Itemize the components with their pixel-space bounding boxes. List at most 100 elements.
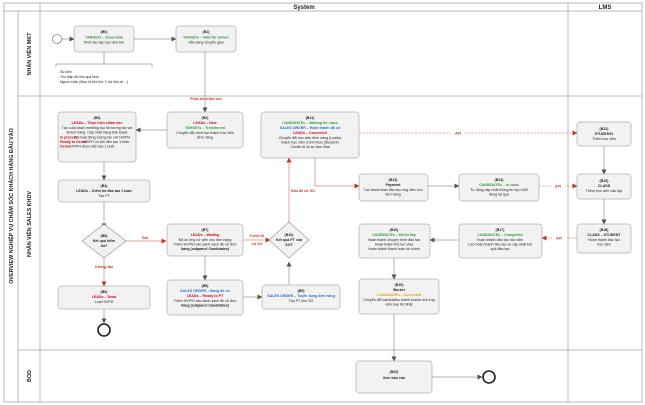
svg-text:CANDIDATEs – Completed: CANDIDATEs – Completed <box>477 233 522 237</box>
node-b13: (B13) Payment Tạo thanh toán đào tạo ứng… <box>358 173 429 202</box>
svg-text:Đã có ứng cử viên cho đơn hàng: Đã có ứng cử viên cho đơn hàng <box>179 238 232 242</box>
svg-text:Sẵn sàng chuyển giao: Sẵn sàng chuyển giao <box>188 40 224 45</box>
svg-text:(B2): (B2) <box>202 116 210 120</box>
svg-text:(B8): (B8) <box>202 284 210 288</box>
node-b7: (B7) LEADs – Waiting Đã có ứng cử viên c… <box>166 223 244 257</box>
svg-text:LEADs – Ready to PT: LEADs – Ready to PT <box>187 294 224 298</box>
svg-text:LEADs – Waiting: LEADs – Waiting <box>191 233 220 237</box>
node-b2: (B2) LEADs – New TARGETs – Transferred C… <box>166 111 244 149</box>
node-b10-decision: (B10) Kết quả PT của SOT <box>268 221 310 259</box>
svg-text:Hoàn thành thủ tục Visa: Hoàn thành thủ tục Visa <box>375 243 413 247</box>
svg-text:Khởi tạo tập học viên thô: Khởi tạo tập học viên thô <box>84 41 124 45</box>
svg-text:tiềm năng: tiềm năng <box>197 136 213 140</box>
svg-text:- Sự kiện: - Sự kiện <box>58 70 72 74</box>
svg-text:(B9): (B9) <box>298 289 306 293</box>
edge-label-dat: Đạt <box>142 236 149 240</box>
swimlane-grid <box>3 2 643 403</box>
svg-text:CANDIDATEs – In class: CANDIDATEs – In class <box>479 183 519 187</box>
edge-label-api-3: API <box>556 237 562 241</box>
edge-label-cu-so: cử SO <box>252 242 263 246</box>
svg-text:TARGETs – Transferred: TARGETs – Transferred <box>185 126 225 130</box>
edge-label-khong-dat: Không đạt <box>95 265 114 269</box>
column-header-lms: LMS <box>599 5 612 11</box>
start-node <box>52 34 62 44</box>
node-b19: (B19) Worker CANDIDATEs – Converted Chuy… <box>358 278 440 315</box>
node-b17: (B17) CANDIDATEs – Completed Hoàn thành … <box>458 223 543 259</box>
svg-text:(B17): (B17) <box>496 228 506 232</box>
svg-text:TARGETs – Wait for deliver: TARGETs – Wait for deliver <box>183 36 230 40</box>
node-b20: (B20) Xem báo cáo <box>355 360 433 394</box>
edge-label-truot: Trượt đề <box>250 234 265 238</box>
svg-text:(B19): (B19) <box>395 283 405 287</box>
diagram-canvas: System LMS OVERVIEW NGHIỆP VỤ CHĂM SÓC K… <box>0 0 645 405</box>
svg-text:Thêm học viên: Thêm học viên <box>592 137 616 141</box>
svg-text:CANDIDATEs – Converted: CANDIDATEs – Converted <box>377 293 422 297</box>
svg-text:(B4): (B4) <box>101 184 109 188</box>
node-b11: (B11) CANDIDATEs – Waiting for class SAL… <box>260 111 360 159</box>
svg-text:LEADs – Thực hiện chăm sóc: LEADs – Thực hiện chăm sóc <box>72 121 123 125</box>
data-source-note: - Sự kiện - Thu thập dữ liệu qua form - … <box>55 63 153 84</box>
node-b18: (B18) CLASS – STUDENT Hoàn thành đào tạo… <box>576 223 632 254</box>
svg-text:viên bay tới Nhật: viên bay tới Nhật <box>385 303 412 307</box>
svg-text:CLASS: CLASS <box>598 184 611 188</box>
svg-text:Tạo PT: Tạo PT <box>98 194 111 198</box>
svg-text:SALES ORDER – Tuyển dụng đơn h: SALES ORDER – Tuyển dụng đơn hàng <box>267 294 335 298</box>
svg-text:Lớp hoàn thành đào tạo và cập: Lớp hoàn thành đào tạo và cập nhật kết <box>468 243 532 247</box>
svg-text:CLASS – STUDENT: CLASS – STUDENT <box>587 233 621 237</box>
svg-text:SALES ORDER – Hoàn thành đã cử: SALES ORDER – Hoàn thành đã cử <box>280 126 341 130</box>
svg-text:Chuyển đổi học viên tiềm năng: Chuyển đổi học viên tiềm năng (Leads) <box>279 136 342 140</box>
svg-text:Tự động cập nhật thông tin lớp: Tự động cập nhật thông tin lớp LMS <box>470 188 528 192</box>
edge-label-api-2: API <box>555 185 561 189</box>
node-b15: (B15) CLASS Thêm học viên vào lớp <box>576 173 632 200</box>
svg-text:Chuẩn bị hồ sơ làm Visa: Chuẩn bị hồ sơ làm Visa <box>290 145 329 149</box>
lane-label-sales: NHÂN VIÊN SALES KHDV <box>25 191 33 257</box>
svg-text:LEADs – Kiểm tra đào tạo 1 tuầ: LEADs – Kiểm tra đào tạo 1 tuần <box>76 189 132 193</box>
svg-text:Hoàn thành chuyến trình đào tạ: Hoàn thành chuyến trình đào tạo <box>368 238 420 242</box>
svg-text:(B0): (B0) <box>101 30 109 34</box>
svg-text:Hoàn thành thanh toán hồ chính: Hoàn thành thanh toán hồ chính <box>368 247 419 251</box>
svg-text:Tạo cuộc task/ meeting tou trỏ: Tạo cuộc task/ meeting tou trỏ tương tác… <box>62 126 133 130</box>
svg-text:Kết quả PT của: Kết quả PT của <box>276 238 303 242</box>
node-b3: (B3) LEADs – Thực hiện chăm sóc Tạo cuộc… <box>57 111 137 163</box>
node-b6: (B6) LEADs – Dead Loại HV/PH <box>57 285 151 310</box>
node-b1: (B1) TARGETs – Wait for deliver Sẵn sàng… <box>175 25 237 53</box>
svg-text:Thêm học viên vào lớp: Thêm học viên vào lớp <box>586 189 623 193</box>
edges <box>62 36 607 380</box>
svg-text:SALES ORDER – Đang đề cử: SALES ORDER – Đang đề cử <box>180 289 230 293</box>
svg-text:LEADs – Converted: LEADs – Converted <box>293 131 327 135</box>
node-b8: (B8) SALES ORDER – Đang đề cử LEADs – Re… <box>166 279 244 316</box>
svg-text:- Nguồn khác (Mua từ bên thứ 3: - Nguồn khác (Mua từ bên thứ 3, dữ liệu … <box>58 80 128 84</box>
svg-text:(B13): (B13) <box>389 178 399 182</box>
svg-text:(B5): (B5) <box>101 234 109 238</box>
node-b12: (B12) STUDENTs Thêm học viên <box>576 121 632 147</box>
svg-text:SOT: SOT <box>285 243 293 247</box>
svg-text:CANDIDATEs – Waiting for class: CANDIDATEs – Waiting for class <box>282 121 338 125</box>
svg-text:(B11): (B11) <box>306 116 316 120</box>
svg-text:STUDENTs: STUDENTs <box>595 132 614 136</box>
svg-text:HV/PH có lịch đến tạo 1 tuần: HV/PH có lịch đến tạo 1 tuần <box>83 140 129 144</box>
svg-text:Thêm HV/PH vào danh sách đề cử: Thêm HV/PH vào danh sách đề cử đơn <box>173 299 236 303</box>
svg-text:quả đào tạo: quả đào tạo <box>491 247 510 251</box>
end-node-2 <box>482 370 496 384</box>
svg-text:Worker: Worker <box>393 288 406 292</box>
svg-text:hàng (subpanel Candidates): hàng (subpanel Candidates) <box>181 304 230 308</box>
end-node-1 <box>97 323 111 337</box>
diagram-title: OVERVIEW NGHIỆP VỤ CHĂM SÓC KHÁCH HÀNG Đ… <box>7 128 15 284</box>
svg-text:LEADs – Dead: LEADs – Dead <box>92 295 117 299</box>
svg-text:Tạo thanh toán đào tạo ứng viê: Tạo thanh toán đào tạo ứng viên cho <box>364 188 423 192</box>
svg-text:(B6): (B6) <box>101 290 109 294</box>
svg-text:Thêm HV/PH vào danh sách đề cử: Thêm HV/PH vào danh sách đề cử đơn <box>173 243 236 247</box>
edge-label-api-1: API <box>455 132 461 136</box>
svg-text:học viên: học viên <box>597 243 610 247</box>
svg-text:Loại HV/PH: Loại HV/PH <box>95 300 114 304</box>
lane-label-mkt: NHÂN VIÊN MKT <box>25 32 33 76</box>
svg-text:Chuyển đổi, khởi tạo thành học: Chuyển đổi, khởi tạo thành học viên <box>176 131 234 135</box>
svg-text:(B20): (B20) <box>390 370 400 374</box>
column-header-system: System <box>293 5 314 11</box>
node-b4: (B4) LEADs – Kiểm tra đào tạo 1 tuần Tạo… <box>57 179 151 203</box>
svg-text:HV/PH được đến tạo 1 buổi: HV/PH được đến tạo 1 buổi <box>70 145 115 149</box>
svg-text:đơn hàng: đơn hàng <box>385 193 400 197</box>
edge-label-phan-bo: Phân bổ chăm sóc <box>190 97 222 101</box>
svg-text:Kết quả kiểm: Kết quả kiểm <box>93 239 115 243</box>
svg-text:CANDIDATEs – Đã thi bay: CANDIDATEs – Đã thi bay <box>372 233 416 237</box>
